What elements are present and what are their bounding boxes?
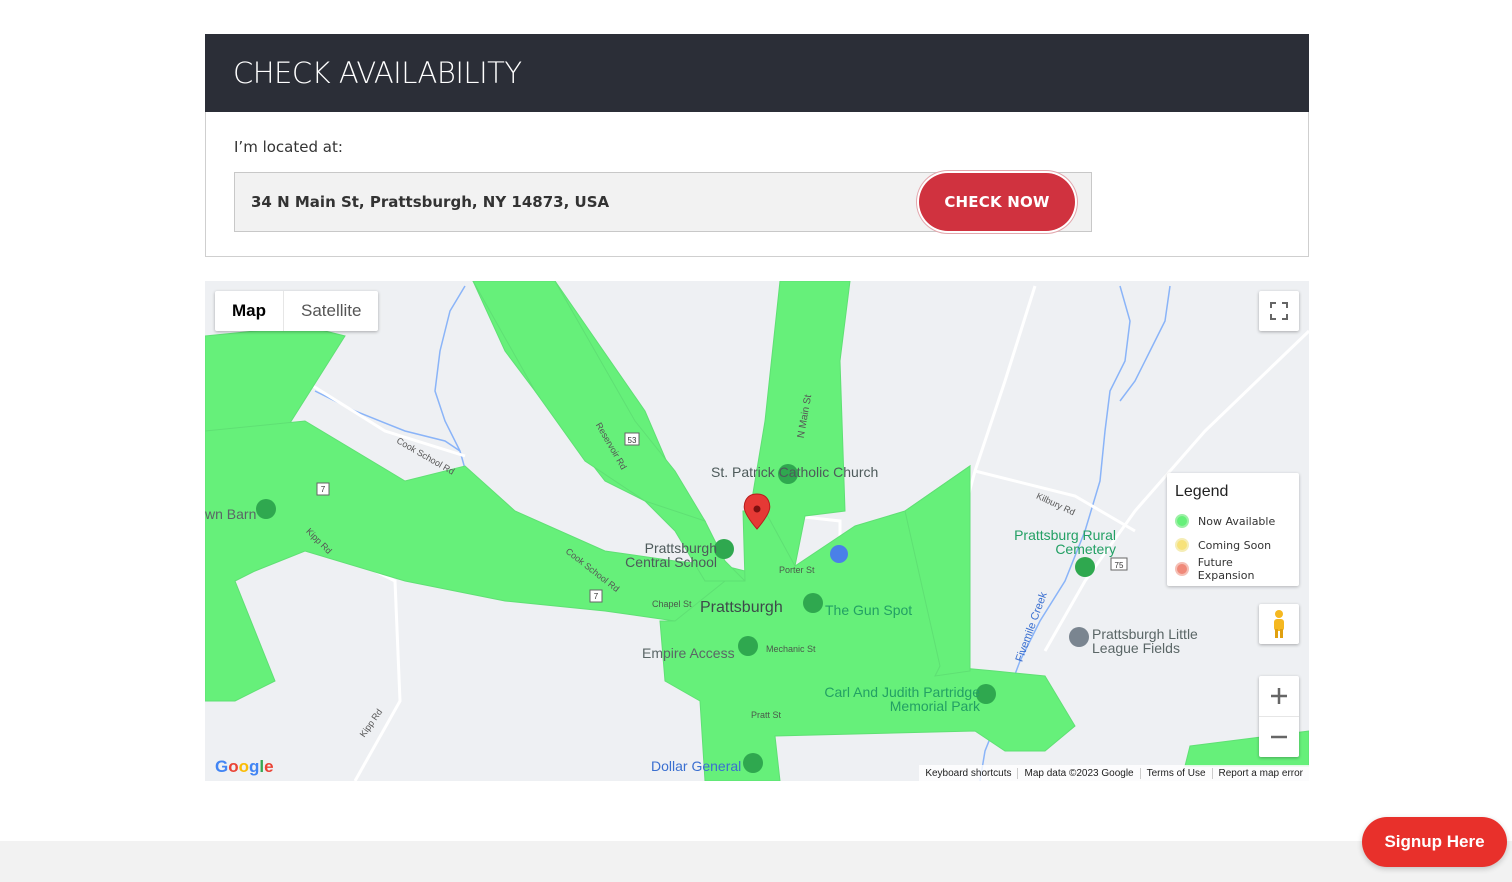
route-75-shield: 75	[1115, 561, 1124, 570]
little-league-label: Prattsburgh Little League Fields	[1092, 626, 1198, 656]
town-barn-marker-icon[interactable]	[256, 499, 276, 519]
zoom-out-button[interactable]	[1259, 717, 1299, 757]
legend-label: Now Available	[1198, 514, 1276, 528]
town-barn-label: wn Barn	[205, 506, 257, 522]
town-label: Prattsburgh	[700, 599, 783, 616]
route-7-shield: 7	[321, 485, 326, 494]
cemetery-marker-icon[interactable]	[1075, 557, 1095, 577]
dollar-general-label: Dollar General	[651, 758, 742, 774]
post-office-marker-icon[interactable]	[830, 545, 848, 563]
route-53-shield: 53	[628, 436, 637, 445]
fullscreen-button[interactable]	[1259, 291, 1299, 331]
gun-spot-marker-icon[interactable]	[803, 593, 823, 613]
pegman-icon	[1274, 610, 1284, 638]
map-type-satellite-button[interactable]: Satellite	[284, 291, 378, 331]
page-footer	[0, 841, 1512, 882]
signup-button[interactable]: Signup Here	[1362, 817, 1507, 867]
little-league-marker-icon[interactable]	[1069, 627, 1089, 647]
zoom-control	[1259, 676, 1299, 757]
map-base-layer: 53 75 7 7	[205, 281, 1309, 781]
map-data-text: Map data ©2023 Google	[1018, 767, 1141, 779]
map-type-control: Map Satellite	[215, 291, 379, 331]
legend-item-now-available: Now Available	[1175, 509, 1291, 533]
coverage-map[interactable]: 53 75 7 7 St. Patrick Catholic Church Pr…	[205, 281, 1309, 781]
zoom-in-button[interactable]	[1259, 676, 1299, 717]
mechanic-st-label: Mechanic St	[766, 644, 816, 654]
empire-access-label: Empire Access	[642, 645, 735, 661]
minus-icon	[1271, 735, 1287, 739]
legend-item-future-expansion: Future Expansion	[1175, 556, 1291, 582]
st-patrick-label: St. Patrick Catholic Church	[711, 464, 879, 480]
map-legend: Legend Now Available Coming Soon Future …	[1167, 473, 1299, 586]
central-school-label: Prattsburgh Central School	[625, 540, 717, 570]
panel-title: CHECK AVAILABILITY	[205, 34, 1309, 112]
map-attribution: Keyboard shortcuts Map data ©2023 Google…	[919, 765, 1309, 781]
route-7-shield-2: 7	[594, 592, 599, 601]
red-dot-icon	[1175, 562, 1189, 576]
dollar-general-marker-icon[interactable]	[743, 753, 763, 773]
legend-label: Future Expansion	[1197, 556, 1255, 582]
plus-icon	[1271, 688, 1287, 704]
school-marker-icon[interactable]	[714, 539, 734, 559]
terms-of-use-link[interactable]: Terms of Use	[1141, 767, 1213, 779]
empire-access-marker-icon[interactable]	[738, 636, 758, 656]
panel-body: I’m located at:	[205, 112, 1309, 257]
legend-item-coming-soon: Coming Soon	[1175, 533, 1291, 557]
porter-st-label: Porter St	[779, 565, 815, 575]
location-label: I’m located at:	[234, 138, 343, 156]
fullscreen-icon	[1270, 302, 1288, 320]
street-view-button[interactable]	[1259, 604, 1299, 644]
report-map-error-link[interactable]: Report a map error	[1213, 768, 1309, 779]
map-type-map-button[interactable]: Map	[215, 291, 284, 331]
google-logo[interactable]: Google	[215, 757, 274, 777]
rural-cemetery-label: Prattsburg Rural Cemetery	[1014, 527, 1116, 557]
check-now-button[interactable]: CHECK NOW	[919, 173, 1075, 231]
legend-label: Coming Soon	[1198, 538, 1272, 552]
memorial-park-label: Carl And Judith Partridge Memorial Park	[824, 684, 980, 714]
chapel-st-label: Chapel St	[652, 599, 692, 609]
gun-spot-label: The Gun Spot	[825, 602, 913, 618]
yellow-dot-icon	[1175, 538, 1189, 552]
green-dot-icon	[1175, 514, 1189, 528]
legend-title: Legend	[1175, 483, 1229, 500]
keyboard-shortcuts-link[interactable]: Keyboard shortcuts	[919, 767, 1019, 779]
pratt-st-label: Pratt St	[751, 710, 782, 720]
check-availability-panel: CHECK AVAILABILITY I’m located at:	[205, 34, 1309, 257]
